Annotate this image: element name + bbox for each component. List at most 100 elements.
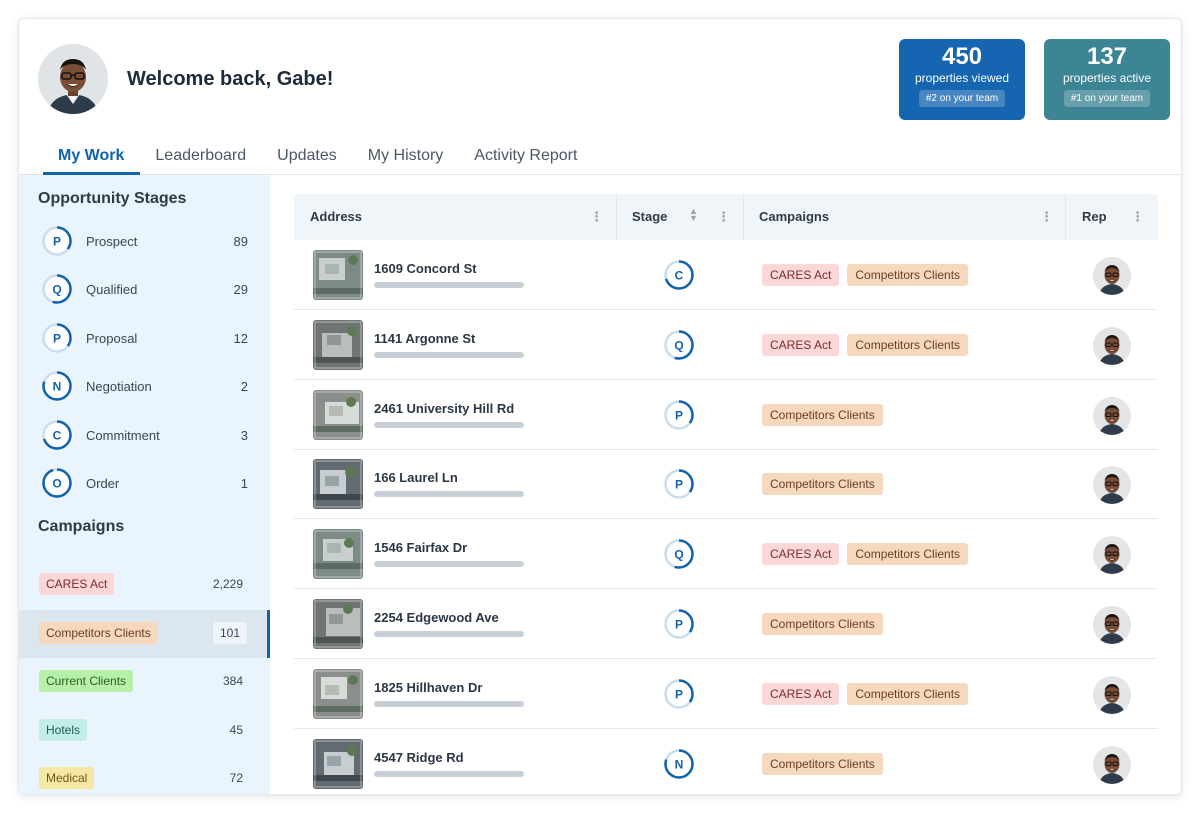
stage-ring-icon[interactable]: P <box>663 608 695 640</box>
property-thumbnail[interactable] <box>313 319 363 370</box>
property-thumbnail[interactable] <box>313 668 363 719</box>
rep-avatar[interactable] <box>1093 396 1131 435</box>
sort-icon[interactable]: ▲ ▼ <box>689 207 698 223</box>
campaign-pill: CARES Act <box>39 573 115 595</box>
stage-name: Qualified <box>86 282 138 298</box>
column-menu-icon[interactable]: ⋮ <box>1040 209 1053 225</box>
campaign-tag[interactable]: Competitors Clients <box>762 752 883 775</box>
stat-card-properties-viewed[interactable]: 450 properties viewed #2 on your team <box>899 39 1025 120</box>
stage-ring-icon[interactable]: Q <box>663 538 695 570</box>
property-address[interactable]: 4547 Ridge Rd <box>374 750 464 765</box>
campaign-tag[interactable]: Competitors Clients <box>847 264 969 286</box>
stage-item-negotiation[interactable]: N Negotiation 2 <box>41 370 251 402</box>
property-thumbnail[interactable] <box>313 529 363 580</box>
campaign-tag[interactable]: Competitors Clients <box>762 403 883 426</box>
rep-avatar[interactable] <box>1093 257 1131 295</box>
svg-text:N: N <box>675 757 684 771</box>
property-address[interactable]: 1546 Fairfax Dr <box>374 540 467 555</box>
rep-avatar[interactable] <box>1093 466 1131 505</box>
table-row[interactable]: 2254 Edgewood Ave P Competitors Clients <box>294 589 1158 659</box>
campaign-item-competitors-clients[interactable]: Competitors Clients 101 <box>19 609 270 658</box>
address-placeholder-bar <box>374 282 524 288</box>
campaign-item-current-clients[interactable]: Current Clients 384 <box>19 658 270 706</box>
property-address[interactable]: 2254 Edgewood Ave <box>374 610 499 625</box>
address-placeholder-bar <box>374 421 524 428</box>
campaign-tag[interactable]: CARES Act <box>762 543 840 566</box>
campaign-tag[interactable]: Competitors Clients <box>847 333 969 356</box>
campaign-pill: Medical <box>39 767 95 789</box>
column-menu-icon[interactable]: ⋮ <box>1131 209 1144 225</box>
property-thumbnail[interactable] <box>313 599 363 649</box>
rep-avatar[interactable] <box>1093 606 1131 644</box>
tab-updates[interactable]: Updates <box>262 139 353 175</box>
rep-avatar[interactable] <box>1093 745 1131 784</box>
column-header-stage[interactable]: Stage <box>632 194 667 240</box>
table-row[interactable]: 1825 Hillhaven Dr P CARES Act Competitors C… <box>294 659 1158 729</box>
rep-avatar[interactable] <box>1093 675 1131 714</box>
rep-avatar[interactable] <box>1093 326 1131 365</box>
tab-leaderboard[interactable]: Leaderboard <box>140 139 262 175</box>
campaign-tag[interactable]: Competitors Clients <box>847 543 969 566</box>
campaign-tag[interactable]: CARES Act <box>762 333 840 356</box>
stat-card-properties-active[interactable]: 137 properties active #1 on your team <box>1044 39 1170 120</box>
property-thumbnail[interactable] <box>313 389 363 440</box>
rank-badge: #2 on your team <box>918 90 1006 107</box>
property-address[interactable]: 1825 Hillhaven Dr <box>374 680 482 695</box>
stage-ring-icon[interactable]: P <box>663 399 695 431</box>
svg-text:O: O <box>52 477 61 491</box>
stage-item-prospect[interactable]: P Prospect 89 <box>41 225 251 257</box>
property-address[interactable]: 1141 Argonne St <box>374 331 475 346</box>
campaign-tags: Competitors Clients <box>762 473 883 496</box>
table-row[interactable]: 166 Laurel Ln P Competitors Clients <box>294 449 1158 520</box>
welcome-heading: Welcome back, Gabe! <box>127 68 334 90</box>
table-row[interactable]: 4547 Ridge Rd N Competitors Clients <box>294 729 1158 794</box>
campaign-item-hotels[interactable]: Hotels 45 <box>19 707 270 755</box>
campaign-tag[interactable]: Competitors Clients <box>762 473 883 496</box>
table-row[interactable]: 2461 University Hill Rd P Competitors Clie… <box>294 380 1158 450</box>
address-placeholder-bar <box>374 351 524 358</box>
campaign-item-cares-act[interactable]: CARES Act 2,229 <box>19 561 270 609</box>
column-divider[interactable] <box>743 194 744 240</box>
campaign-tag[interactable]: CARES Act <box>762 264 840 286</box>
column-header-rep[interactable]: Rep <box>1082 194 1107 240</box>
svg-text:P: P <box>53 331 61 345</box>
property-address[interactable]: 166 Laurel Ln <box>374 470 458 485</box>
stage-item-order[interactable]: O Order 1 <box>41 467 251 499</box>
svg-text:P: P <box>675 408 683 422</box>
tab-activity-report[interactable]: Activity Report <box>459 139 593 175</box>
table-row[interactable]: 1546 Fairfax Dr Q CARES Act Competitors Cli… <box>294 519 1158 590</box>
stage-ring-icon[interactable]: N <box>663 748 695 780</box>
stage-item-proposal[interactable]: P Proposal 12 <box>41 322 251 354</box>
column-header-address[interactable]: Address <box>310 194 362 240</box>
table-row[interactable]: 1141 Argonne St Q CARES Act Competitors Cli… <box>294 310 1158 380</box>
stage-item-commitment[interactable]: C Commitment 3 <box>41 419 251 451</box>
stage-count: 3 <box>240 427 248 443</box>
column-divider[interactable] <box>616 194 617 240</box>
campaign-tag[interactable]: Competitors Clients <box>847 682 969 705</box>
tab-my-work[interactable]: My Work <box>43 139 141 175</box>
column-divider[interactable] <box>1065 194 1066 240</box>
property-address[interactable]: 1609 Concord St <box>374 261 477 276</box>
campaign-item-medical[interactable]: Medical 72 <box>19 755 270 794</box>
tab-my-history[interactable]: My History <box>353 139 460 175</box>
campaign-tag[interactable]: CARES Act <box>762 682 840 705</box>
stage-item-qualified[interactable]: Q Qualified 29 <box>41 273 251 305</box>
table-row[interactable]: 1609 Concord St C CARES Act Competitors Cli… <box>294 240 1158 310</box>
campaign-tag[interactable]: Competitors Clients <box>762 613 883 635</box>
stage-ring-icon[interactable]: P <box>663 468 695 500</box>
stage-count: 29 <box>233 282 248 298</box>
property-thumbnail[interactable] <box>313 250 363 300</box>
stage-ring-icon[interactable]: Q <box>663 329 695 361</box>
stages-title: Opportunity Stages <box>38 190 187 207</box>
property-address[interactable]: 2461 University Hill Rd <box>374 401 514 416</box>
campaign-tags: Competitors Clients <box>762 403 883 426</box>
rep-avatar[interactable] <box>1093 536 1131 575</box>
column-header-campaigns[interactable]: Campaigns <box>759 194 829 240</box>
property-thumbnail[interactable] <box>313 738 363 789</box>
column-menu-icon[interactable]: ⋮ <box>590 209 603 225</box>
user-avatar[interactable] <box>38 44 108 114</box>
stage-ring-icon[interactable]: C <box>663 259 695 291</box>
column-menu-icon[interactable]: ⋮ <box>717 209 730 225</box>
stage-ring-icon[interactable]: P <box>663 678 695 710</box>
property-thumbnail[interactable] <box>313 459 363 510</box>
